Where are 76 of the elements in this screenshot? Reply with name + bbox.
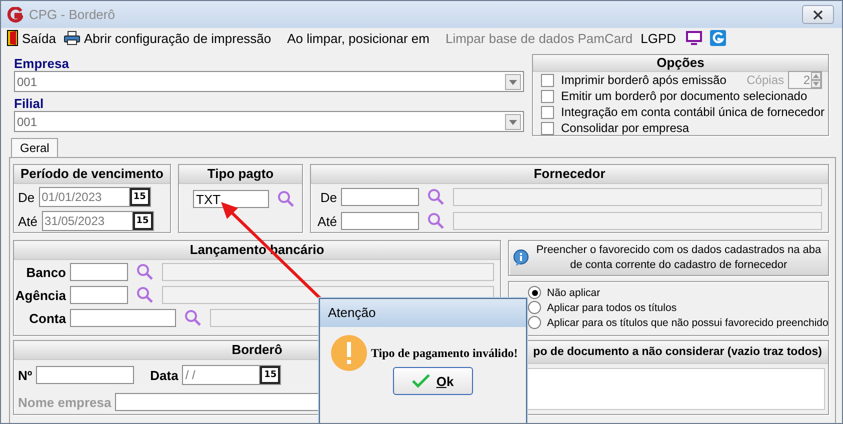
field-label: Conta [28, 310, 66, 326]
field-label: Filial [14, 96, 45, 111]
field-label: Nome empresa [18, 394, 112, 410]
field-label: De [18, 190, 35, 204]
panel-title: Tipo pagto [179, 165, 302, 184]
field-label: Banco [25, 264, 66, 280]
info-text: Preencher o favorecido com os dados cadastrados na aba de conta corrente do cadastro de fornecedor [535, 243, 822, 273]
toolbar-button[interactable]: Ao limpar, posicionar em [285, 28, 436, 48]
checkbox[interactable] [541, 122, 554, 134]
window-title: CPG - Borderô [29, 7, 116, 22]
spin-arrows-icon [811, 72, 821, 88]
field-label: De [319, 190, 337, 204]
field-label: Até [18, 214, 38, 228]
input-field[interactable] [341, 212, 419, 230]
calendar-button[interactable]: 15 [130, 188, 150, 206]
search-icon [184, 309, 202, 327]
readonly-field[interactable] [453, 212, 822, 230]
close-icon [813, 10, 823, 20]
calendar-button[interactable]: 15 [132, 212, 153, 230]
checkbox[interactable] [541, 106, 554, 118]
company-dropdown[interactable]: 001 [14, 111, 524, 132]
door-icon [7, 30, 18, 46]
dialog-title: Atenção [320, 299, 526, 327]
search-icon [136, 263, 154, 281]
check-icon [412, 374, 430, 388]
field-label: Até [316, 214, 337, 228]
input-field[interactable] [70, 286, 128, 304]
date-field[interactable]: / / 15 [182, 365, 282, 385]
checkbox[interactable] [541, 90, 554, 102]
radio-label: Não aplicar [547, 286, 600, 298]
field-label: Data [150, 368, 178, 382]
panel-title: Opções [533, 55, 828, 72]
date-field[interactable]: 01/01/2023 15 [38, 187, 151, 207]
radio-button[interactable] [528, 286, 541, 299]
exit-button[interactable]: Saída [5, 28, 62, 48]
company-dropdown[interactable]: 001 [14, 71, 524, 92]
checkbox-label: Emitir um borderô por documento selecionado [561, 89, 808, 103]
calendar-button[interactable]: 15 [260, 366, 280, 384]
radio-label: Aplicar para todos os títulos [547, 302, 677, 314]
search-icon [277, 190, 295, 208]
readonly-field[interactable] [162, 263, 494, 281]
app-logo-icon [7, 6, 23, 22]
toolbar-button[interactable]: LGPD [638, 28, 682, 48]
field-label: Agência [14, 288, 66, 302]
info-icon [513, 249, 529, 267]
radio-label: Aplicar para os títulos que não possui favorecido preenchido [547, 316, 828, 328]
search-icon [136, 286, 154, 304]
checkbox-label: Consolidar por empresa [561, 121, 690, 135]
checkbox[interactable] [541, 74, 554, 86]
panel-title: Período de vencimento [14, 165, 170, 184]
app-logo-icon [710, 30, 726, 46]
input-field[interactable] [70, 263, 128, 281]
field-label: Empresa [14, 56, 70, 71]
input-field[interactable]: TXT [193, 190, 269, 208]
input-field[interactable] [36, 366, 134, 384]
date-field[interactable]: 31/05/2023 15 [42, 211, 154, 231]
radio-button[interactable] [528, 316, 541, 329]
panel-title: Fornecedor [311, 165, 828, 184]
checkbox-label: Integração em conta contábil única de fornecedor [561, 105, 826, 119]
panel-title: Lançamento bancário [14, 241, 500, 260]
copies-label: Cópias [746, 73, 784, 87]
tab[interactable]: Geral [11, 138, 58, 157]
monitor-icon [686, 31, 702, 45]
print-settings-button[interactable]: Abrir configuração de impressão [62, 28, 278, 48]
printer-icon [64, 31, 80, 45]
ok-button[interactable]: Ok [393, 367, 473, 395]
input-field[interactable] [341, 188, 419, 206]
radio-button[interactable] [528, 301, 541, 314]
input-field[interactable] [70, 309, 176, 327]
field-label: Nº [18, 368, 32, 382]
checkbox-label: Imprimir borderô após emissão [561, 73, 728, 87]
close-button[interactable] [802, 5, 834, 24]
search-icon [427, 188, 445, 206]
warning-icon [331, 335, 367, 371]
readonly-field[interactable] [453, 188, 822, 206]
search-icon [427, 212, 445, 230]
